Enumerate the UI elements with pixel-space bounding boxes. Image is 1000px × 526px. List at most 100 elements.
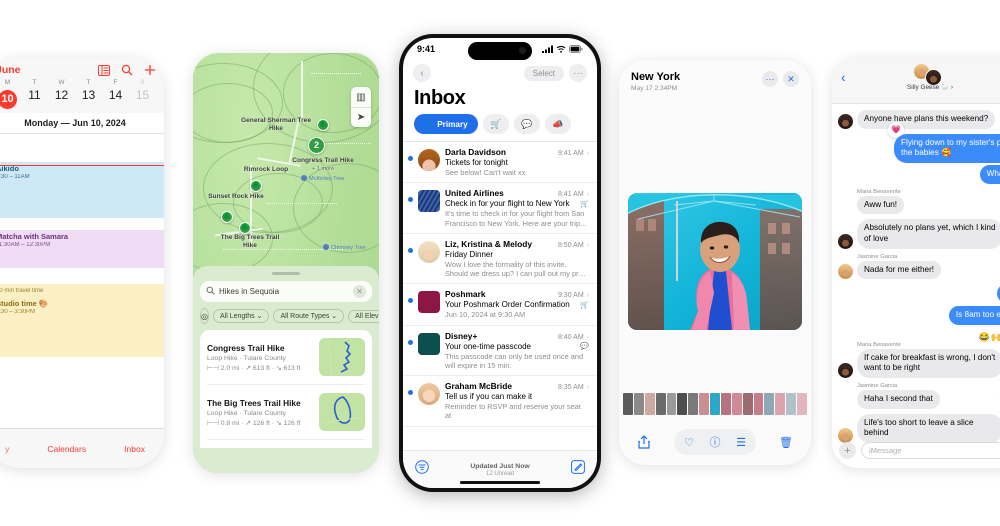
back-chevron-icon[interactable]: ‹ bbox=[841, 69, 846, 85]
category-primary[interactable]: 👤 Primary bbox=[414, 114, 478, 134]
message-bubble[interactable]: Haha I second that bbox=[857, 389, 940, 409]
sender-name: Poshmark bbox=[445, 289, 486, 300]
list-item[interactable]: What about y'a bbox=[838, 164, 1000, 184]
filter-icon[interactable] bbox=[415, 460, 429, 479]
add-attachment-icon[interactable]: + bbox=[839, 442, 856, 459]
trash-icon[interactable]: 🗑 bbox=[775, 431, 797, 453]
locate-icon[interactable]: ➤ bbox=[351, 107, 371, 127]
tab-calendars[interactable]: Calendars bbox=[47, 444, 86, 454]
list-item[interactable]: Absolutely no plans yet, which I kind of… bbox=[838, 219, 1000, 249]
calendar-event-travel-time[interactable]: 30 min travel time bbox=[0, 284, 164, 297]
reaction-laugh-icon[interactable]: 😂 bbox=[979, 332, 990, 343]
map-pin-big-trees-trail[interactable]: 🌲 bbox=[239, 222, 251, 234]
map-label-rimrock-loop[interactable]: Rimrock Loop bbox=[231, 166, 301, 174]
category-promotions[interactable]: 📣 bbox=[544, 114, 571, 134]
more-options-button[interactable]: ··· bbox=[569, 64, 587, 82]
list-item[interactable]: Aww fun! bbox=[838, 195, 1000, 215]
list-item[interactable]: Is 8am too early for cak bbox=[838, 305, 1000, 325]
map-label-sunset-rock[interactable]: Sunset Rock Hike bbox=[201, 193, 271, 201]
message-bubble[interactable]: Aww fun! bbox=[857, 195, 905, 215]
message-bubble[interactable]: Flying down to my sister's place see the… bbox=[894, 133, 1000, 163]
reaction-hands-icon[interactable]: 🙌 bbox=[991, 332, 1000, 343]
category-updates[interactable]: 💬 bbox=[513, 114, 540, 134]
photo-filmstrip[interactable] bbox=[619, 392, 811, 416]
filter-all-lengths[interactable]: All Lengths ⌄ bbox=[212, 309, 270, 323]
list-item[interactable]: Haha I second that ‼️ bbox=[838, 389, 1000, 409]
map-pin-congress-cluster[interactable]: 2 bbox=[308, 137, 325, 154]
share-icon[interactable] bbox=[633, 431, 655, 453]
compose-icon[interactable] bbox=[571, 460, 585, 479]
list-item[interactable]: The Big Trees Trail Hike Loop Hike · Tul… bbox=[207, 385, 365, 440]
search-icon[interactable] bbox=[121, 64, 133, 76]
map-poi-mckinley-tree[interactable]: McKinley Tree bbox=[301, 175, 344, 182]
list-item[interactable]: Crescent Meadow Hike bbox=[207, 440, 365, 448]
list-item[interactable]: Congress Trail Hike Loop Hike · Tulare C… bbox=[207, 330, 365, 385]
message-bubble[interactable]: What about y'a bbox=[979, 164, 1000, 184]
message-bubble[interactable]: Anyone have plans this weekend? bbox=[857, 110, 996, 129]
calendar-day-2[interactable]: W 12 bbox=[48, 79, 75, 109]
table-row[interactable]: Poshmark 9:30 AM › Your Poshmark Order C… bbox=[403, 284, 597, 326]
page-title: Inbox bbox=[414, 87, 466, 109]
map-label-big-trees-trail[interactable]: The Big Trees Trail Hike bbox=[215, 234, 285, 249]
map-label-general-sherman[interactable]: General Sherman Tree Hike bbox=[241, 117, 311, 132]
message-bubble[interactable]: If cake for breakfast is wrong, I don't … bbox=[857, 348, 1000, 378]
table-row[interactable]: Darla Davidson 9:41 AM › Tickets for ton… bbox=[403, 142, 597, 184]
category-transactions[interactable]: 🛒 bbox=[482, 114, 509, 134]
adjust-icon[interactable]: ☰ bbox=[730, 431, 752, 453]
list-item[interactable]: 💗 Flying down to my sister's place see t… bbox=[838, 121, 1000, 163]
subject-line: Your one-time passcode 💬 bbox=[445, 341, 589, 351]
tab-inbox[interactable]: Inbox bbox=[124, 444, 145, 454]
back-button[interactable]: ‹ bbox=[413, 64, 431, 82]
favorite-icon[interactable]: ♡ bbox=[678, 431, 700, 453]
list-item[interactable]: Life's too short to leave a slice behind bbox=[838, 413, 1000, 443]
table-row[interactable]: Disney+ 8:40 AM › Your one-time passcode… bbox=[403, 326, 597, 376]
tab-today[interactable]: y bbox=[5, 444, 9, 454]
table-row[interactable]: Graham McBride 8:35 AM › Tell us if you … bbox=[403, 376, 597, 427]
map-poi-chimney-tree[interactable]: Chimney Tree bbox=[323, 244, 366, 251]
calendar-day-1[interactable]: T 11 bbox=[21, 79, 48, 109]
calendar-day-5[interactable]: S 15 bbox=[129, 79, 156, 109]
calendar-event-studio[interactable]: Studio time 🎨 1:30 – 3:30PM bbox=[0, 297, 164, 357]
list-view-icon[interactable] bbox=[98, 64, 110, 76]
list-item[interactable]: Quick questi bbox=[838, 284, 1000, 303]
calendar-day-0[interactable]: M 10 bbox=[0, 79, 21, 109]
map-pin-rimrock-loop[interactable]: 🌲 bbox=[250, 180, 262, 192]
message-bubble[interactable]: Is 8am too early for cak bbox=[948, 305, 1000, 325]
home-indicator[interactable] bbox=[460, 481, 540, 484]
list-item[interactable]: Nada for me either! bbox=[838, 260, 1000, 280]
info-icon[interactable]: ⓘ bbox=[704, 431, 726, 453]
photo-viewer[interactable] bbox=[628, 193, 802, 330]
calendar-event-aikido[interactable]: Aikido 9:30 – 11AM bbox=[0, 162, 164, 218]
thread-title[interactable]: Silly Geese 🦢 › bbox=[907, 83, 953, 91]
dynamic-island bbox=[468, 42, 532, 60]
message-bubble[interactable]: Nada for me either! bbox=[857, 260, 942, 280]
layers-icon[interactable]: ▥ bbox=[351, 87, 371, 107]
photo-timestamp: May 17 2:34PM bbox=[631, 85, 678, 92]
maps-results-list[interactable]: Congress Trail Hike Loop Hike · Tulare C… bbox=[200, 330, 372, 448]
calendar-day-3[interactable]: T 13 bbox=[75, 79, 102, 109]
hike-stats: ⊢⊣ 2.0 mi · ↗ 613 ft · ↘ 613 ft bbox=[207, 364, 301, 372]
message-bubble[interactable]: Absolutely no plans yet, which I kind of… bbox=[857, 219, 1000, 249]
maps-search-field[interactable]: Hikes in Sequoia ✕ bbox=[200, 281, 372, 302]
filter-all-route-types[interactable]: All Route Types ⌄ bbox=[273, 309, 345, 323]
select-button[interactable]: Select bbox=[523, 65, 564, 81]
add-icon[interactable] bbox=[144, 64, 156, 76]
sheet-grabber[interactable] bbox=[272, 272, 300, 275]
table-row[interactable]: Liz, Kristina & Melody 8:50 AM › Friday … bbox=[403, 234, 597, 285]
list-item[interactable]: If cake for breakfast is wrong, I don't … bbox=[838, 348, 1000, 378]
map-pin-sunset-rock[interactable]: 🌲 bbox=[221, 211, 233, 223]
imessage-input[interactable]: iMessage bbox=[861, 442, 1000, 459]
filter-all-elevation[interactable]: All Elev bbox=[348, 309, 379, 323]
map-pin-general-sherman[interactable]: 🌲 bbox=[317, 119, 329, 131]
list-item[interactable]: Anyone have plans this weekend? bbox=[838, 110, 1000, 129]
avatar bbox=[838, 113, 853, 129]
table-row[interactable]: United Airlines 8:41 AM › Check in for y… bbox=[403, 183, 597, 234]
close-icon[interactable]: ✕ bbox=[783, 71, 799, 87]
clear-search-icon[interactable]: ✕ bbox=[353, 285, 366, 298]
filter-settings-icon[interactable]: ◎ bbox=[200, 308, 209, 324]
calendar-day-4[interactable]: F 14 bbox=[102, 79, 129, 109]
more-icon[interactable]: ··· bbox=[762, 71, 778, 87]
message-composer: + iMessage bbox=[839, 442, 1000, 459]
calendar-event-matcha[interactable]: Matcha with Samara 11:30AM – 12:30PM bbox=[0, 230, 164, 268]
message-bubble[interactable]: Life's too short to leave a slice behind bbox=[857, 413, 1000, 443]
